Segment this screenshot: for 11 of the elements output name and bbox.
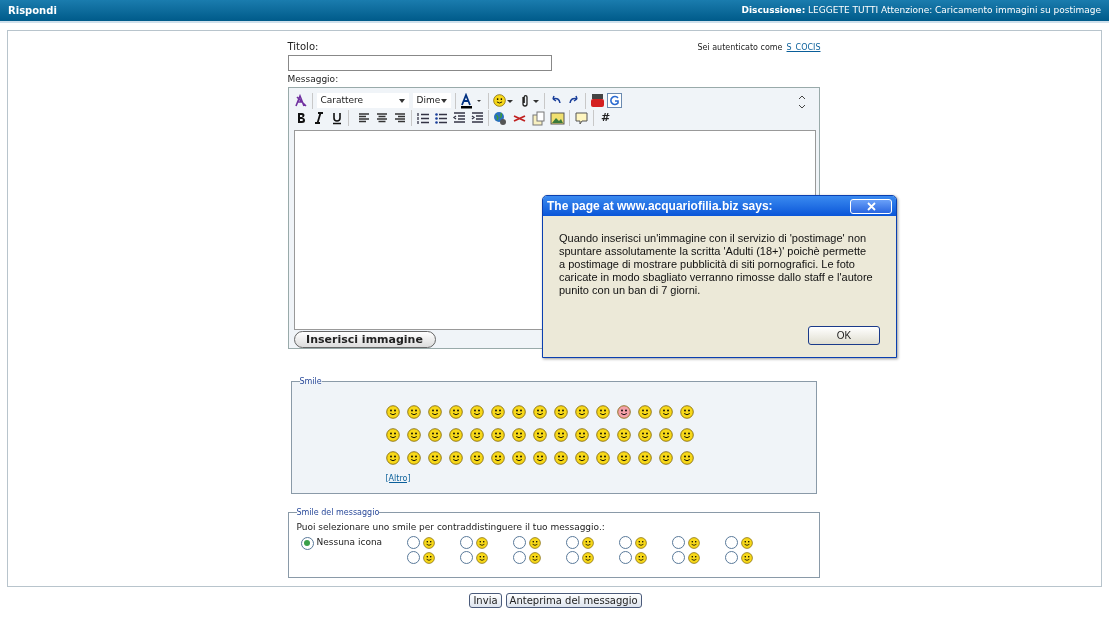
dialog-message: Quando inserisci un'immagine con il servizio di 'postimage' non spuntare assolutamente la scritta 'Adulti (18+)' poichè permette a postimage di mostrare pubblicità di siti pornografici. Le foto caricate in modo sbagliato verranno rimosse dallo staff e l'autore punito con un ban di 7 giorni. [559, 232, 874, 297]
dialog-title: The page at www.acquariofilia.biz says: [547, 198, 773, 215]
instruction-text: Puoi selezionare uno smile per contraddistinguere il tuo messaggio.: [296, 520, 606, 534]
discussion-title: Discussione: LEGGETE TUTTI Attenzione: Caricamento immagini su postimage [741, 3, 1101, 17]
field-label: Messaggio: [287, 73, 340, 86]
option-label: Nessuna icona [316, 536, 383, 550]
panel-legend: Smile del messaggio [296, 506, 380, 519]
page-title: Rispondi [8, 4, 57, 18]
panel-legend: Smile [299, 375, 322, 388]
auth-text: Sei autenticato come [697, 42, 783, 54]
field-label: Titolo: [287, 40, 320, 54]
